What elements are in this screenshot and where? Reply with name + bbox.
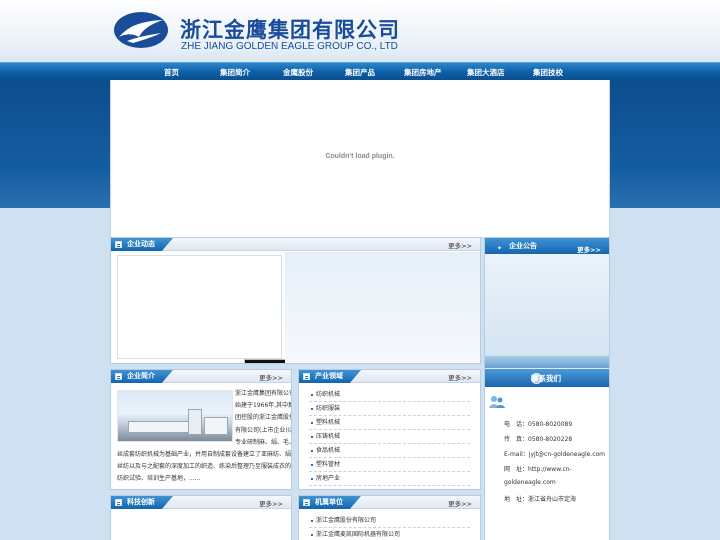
right-column: ✦ 企业公告 更多>> 联系我们 电 话：0580-8020089 传 真：05… xyxy=(484,237,610,540)
notice-title: 企业公告 xyxy=(509,242,537,250)
list-item[interactable]: 浙江金鹰麦凯国际机器有限公司 xyxy=(309,528,470,540)
slideshow-control[interactable]: ⤢ xyxy=(244,359,286,363)
contact-fax: 传 真：0580-8020228 xyxy=(504,436,573,443)
golden-eagle-logo-icon[interactable] xyxy=(113,11,169,49)
nav-item-home[interactable]: 首页 xyxy=(164,67,179,78)
nav-item-about[interactable]: 集团简介 xyxy=(220,67,250,78)
nav-item-shares[interactable]: 金鹰股份 xyxy=(283,67,313,78)
banner-plugin[interactable]: Couldn't load plugin. xyxy=(110,80,610,237)
list-item[interactable]: 纺织机械 xyxy=(309,388,470,402)
units-panel-tab: 机属单位 xyxy=(299,496,361,509)
units-title: 机属单位 xyxy=(315,498,343,506)
document-icon xyxy=(115,373,122,380)
tech-title: 科技创新 xyxy=(127,498,155,506)
company-name-cn: 浙江金鹰集团有限公司 xyxy=(180,18,400,42)
industry-panel: 产业领域 更多>> 纺织机械 纺织服装 塑料机械 压铸机械 食品机械 塑料管材 … xyxy=(298,369,481,490)
list-item[interactable]: 食品机械 xyxy=(309,444,470,458)
news-list-area xyxy=(285,252,480,363)
units-panel-header: 机属单位 更多>> xyxy=(299,496,480,509)
units-more-link[interactable]: 更多>> xyxy=(448,498,472,508)
contact-address: 地 址：浙江省舟山市定海 xyxy=(504,496,577,503)
contact-body: 电 话：0580-8020089 传 真：0580-8020228 E-mail… xyxy=(485,387,609,540)
intro-title: 企业简介 xyxy=(127,372,155,380)
plugin-error-message: Couldn't load plugin. xyxy=(325,153,395,160)
units-panel: 机属单位 更多>> 浙江金鹰股份有限公司 浙江金鹰麦凯国际机器有限公司 xyxy=(298,495,481,540)
news-more-link[interactable]: 更多>> xyxy=(448,240,472,250)
document-icon xyxy=(115,241,122,248)
list-item[interactable]: 塑料管材 xyxy=(309,458,470,472)
nav-item-school[interactable]: 集团技校 xyxy=(533,67,563,78)
intro-panel-tab: 企业简介 xyxy=(111,370,173,383)
units-list: 浙江金鹰股份有限公司 浙江金鹰麦凯国际机器有限公司 xyxy=(309,514,470,540)
intro-panel: 企业简介 更多>> 浙江金鹰集团有限公司始建于1966年,其中集团控股的浙江金鹰… xyxy=(110,369,292,490)
list-item[interactable]: 塑料机械 xyxy=(309,416,470,430)
tech-panel: 科技创新 更多>> xyxy=(110,495,292,540)
list-item[interactable]: 压铸机械 xyxy=(309,430,470,444)
contact-title: 联系我们 xyxy=(531,374,561,383)
contact-phone: 电 话：0580-8020089 xyxy=(504,421,573,428)
expand-icon[interactable]: ⤢ xyxy=(276,362,282,363)
tech-more-link[interactable]: 更多>> xyxy=(259,498,283,508)
industry-panel-tab: 产业领域 xyxy=(299,370,361,383)
contact-panel-header: 联系我们 xyxy=(485,369,609,387)
news-slideshow[interactable]: ⤢ xyxy=(117,255,286,363)
contact-people-icon xyxy=(489,396,505,408)
photo-spacer xyxy=(117,388,235,448)
notice-footer-decoration xyxy=(485,356,609,368)
tech-panel-tab: 科技创新 xyxy=(111,496,173,509)
list-item[interactable]: 浙江金鹰股份有限公司 xyxy=(309,514,470,528)
nav-item-hotel[interactable]: 集团大酒店 xyxy=(467,67,505,78)
industry-panel-header: 产业领域 更多>> xyxy=(299,370,480,383)
site-header: 浙江金鹰集团有限公司 ZHE JIANG GOLDEN EAGLE GROUP … xyxy=(0,0,720,62)
document-icon xyxy=(115,499,122,506)
nav-item-products[interactable]: 集团产品 xyxy=(345,67,375,78)
notice-body xyxy=(485,254,609,366)
industry-title: 产业领域 xyxy=(315,372,343,380)
list-item[interactable]: 纺织服装 xyxy=(309,402,470,416)
news-panel: 企业动态 更多>> ⤢ xyxy=(110,237,481,364)
nav-item-real-estate[interactable]: 集团房地产 xyxy=(404,67,442,78)
notice-panel-header: ✦ 企业公告 更多>> xyxy=(485,238,609,254)
intro-more-link[interactable]: 更多>> xyxy=(259,372,283,382)
contact-email[interactable]: E-mail：jyjt@cn-goldeneagle.com xyxy=(504,449,605,458)
list-item[interactable]: 房地产业 xyxy=(309,472,470,486)
news-title: 企业动态 xyxy=(127,240,155,248)
document-icon xyxy=(303,373,310,380)
industry-list: 纺织机械 纺织服装 塑料机械 压铸机械 食品机械 塑料管材 房地产业 xyxy=(309,388,470,486)
news-panel-header: 企业动态 更多>> xyxy=(111,238,480,251)
industry-more-link[interactable]: 更多>> xyxy=(448,372,472,382)
contact-website[interactable]: 网 址：http://www.cn- xyxy=(504,464,572,473)
main-nav: 首页 集团简介 金鹰股份 集团产品 集团房地产 集团大酒店 集团技校 xyxy=(0,62,720,80)
news-panel-tab: 企业动态 xyxy=(111,238,173,251)
contact-website-cont[interactable]: goldeneagle.com xyxy=(504,479,556,486)
intro-panel-header: 企业简介 更多>> xyxy=(111,370,291,383)
tech-panel-header: 科技创新 更多>> xyxy=(111,496,291,509)
company-name-en: ZHE JIANG GOLDEN EAGLE GROUP CO., LTD xyxy=(181,41,398,52)
document-icon xyxy=(303,499,310,506)
intro-text-block: 浙江金鹰集团有限公司始建于1966年,其中集团控股的浙江金鹰股份有限公司(上市企… xyxy=(117,388,291,486)
